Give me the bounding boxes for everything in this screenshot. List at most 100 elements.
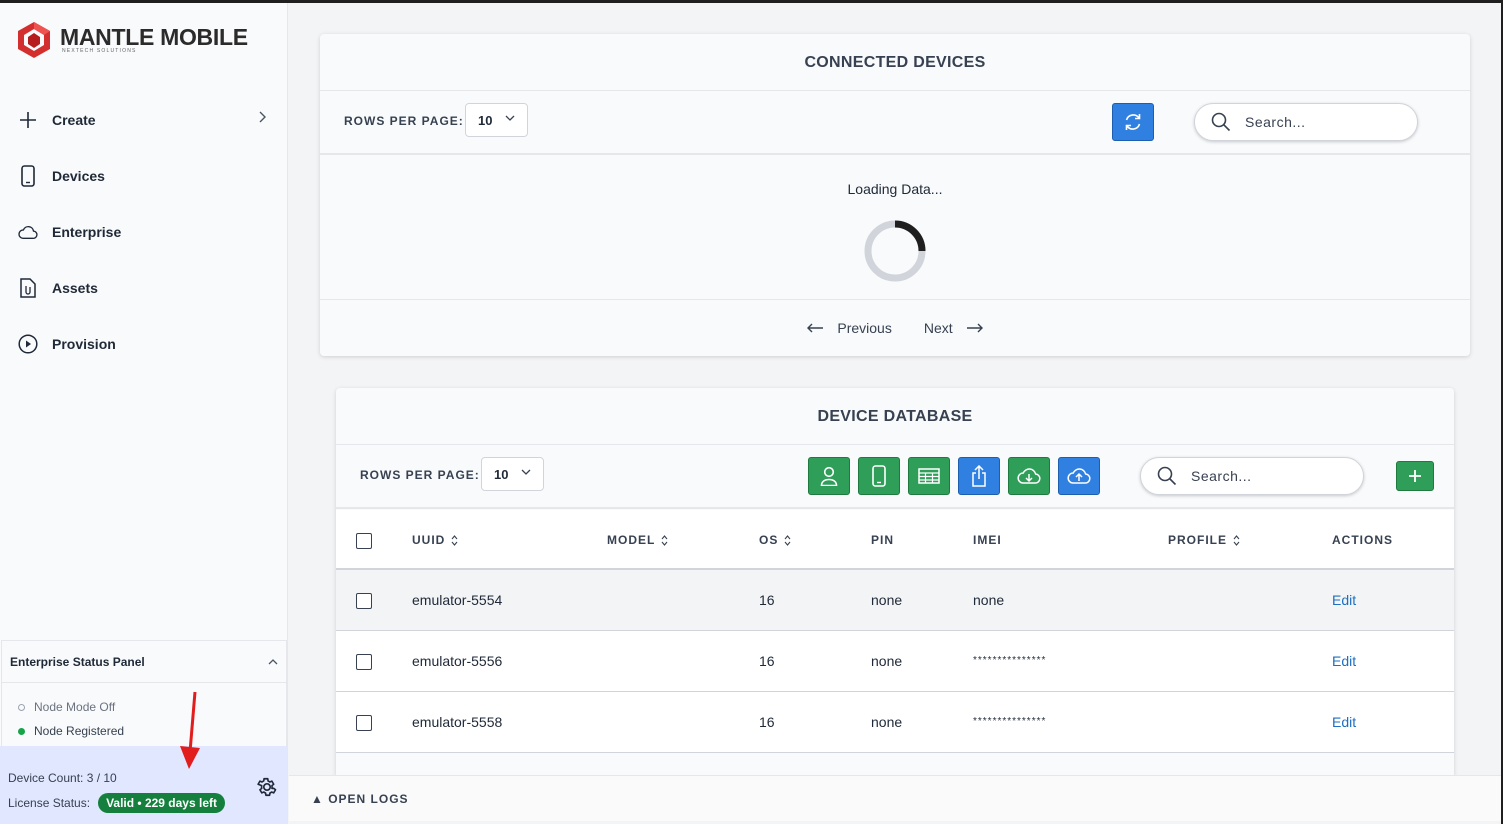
open-logs-bar[interactable]: ▲ OPEN LOGS <box>289 775 1501 821</box>
cell-pin: none <box>871 714 903 730</box>
connected-search[interactable] <box>1194 103 1418 141</box>
cloud-download-button[interactable] <box>1008 457 1050 495</box>
column-os[interactable]: OS <box>759 533 791 547</box>
node-registered-status: Node Registered <box>18 719 270 743</box>
column-profile[interactable]: PROFILE <box>1168 533 1240 547</box>
row-checkbox[interactable] <box>356 654 372 670</box>
database-search-input[interactable] <box>1191 468 1341 484</box>
database-search[interactable] <box>1140 457 1364 495</box>
user-icon <box>820 466 838 486</box>
sort-icon <box>451 534 458 546</box>
connected-search-input[interactable] <box>1245 114 1395 130</box>
sidebar-item-provision[interactable]: Provision <box>0 316 287 372</box>
cloud-upload-button[interactable] <box>1058 457 1100 495</box>
chevron-up-icon[interactable] <box>268 658 278 665</box>
brand-logo[interactable]: MANTLE MOBILE NEXTECH SOLUTIONS <box>14 20 248 60</box>
sidebar: MANTLE MOBILE NEXTECH SOLUTIONS Create D… <box>0 3 288 824</box>
database-toolbar: ROWS PER PAGE: 10 <box>336 444 1454 509</box>
red-arrow-annotation-icon <box>180 691 200 769</box>
select-all-checkbox[interactable] <box>356 533 372 549</box>
cell-uuid: emulator-5554 <box>412 592 503 608</box>
node-mode-status: Node Mode Off <box>18 695 270 719</box>
column-model[interactable]: MODEL <box>607 533 668 547</box>
table-icon <box>918 468 940 484</box>
column-pin: PIN <box>871 533 895 547</box>
file-icon <box>18 278 38 298</box>
license-label: License Status: <box>8 796 91 810</box>
column-actions: ACTIONS <box>1332 533 1393 547</box>
loading-spinner-icon <box>864 220 926 282</box>
cloud-icon <box>18 222 38 242</box>
open-logs-label: ▲ OPEN LOGS <box>311 791 409 806</box>
gear-icon[interactable] <box>256 776 278 798</box>
cell-pin: none <box>871 653 903 669</box>
device-count: Device Count: 3 / 10 <box>8 771 117 785</box>
cloud-upload-icon <box>1067 468 1091 484</box>
loading-text: Loading Data... <box>847 181 943 197</box>
sidebar-nav: Create Devices Enterprise Assets Provisi… <box>0 92 287 372</box>
cloud-download-icon <box>1017 468 1041 484</box>
connected-devices-title: CONNECTED DEVICES <box>804 54 986 71</box>
refresh-button[interactable] <box>1112 103 1154 141</box>
phone-icon <box>872 465 886 487</box>
plus-icon <box>18 110 38 130</box>
cell-uuid: emulator-5556 <box>412 653 503 669</box>
enterprise-status-panel: Enterprise Status Panel Node Mode Off No… <box>1 640 287 747</box>
edit-link[interactable]: Edit <box>1332 592 1356 608</box>
sort-icon <box>784 534 791 546</box>
sidebar-item-label: Create <box>52 112 96 128</box>
license-badge: Valid • 229 days left <box>98 793 225 813</box>
row-checkbox[interactable] <box>356 715 372 731</box>
license-box: Device Count: 3 / 10 License Status: Val… <box>0 746 287 824</box>
edit-link[interactable]: Edit <box>1332 653 1356 669</box>
plus-icon <box>1409 470 1421 482</box>
status-panel-header[interactable]: Enterprise Status Panel <box>2 641 286 683</box>
edit-link[interactable]: Edit <box>1332 714 1356 730</box>
rows-per-page-label: ROWS PER PAGE: <box>344 114 464 128</box>
device-database-card: DEVICE DATABASE ROWS PER PAGE: 10 Search… <box>336 388 1454 776</box>
cell-imei: *************** <box>973 716 1047 727</box>
cell-os: 16 <box>759 592 775 608</box>
rows-per-page-select[interactable]: 10 <box>465 103 528 137</box>
connected-toolbar: ROWS PER PAGE: 10 <box>320 90 1470 155</box>
add-device-button[interactable] <box>1396 461 1434 491</box>
column-uuid[interactable]: UUID <box>412 533 458 547</box>
status-dot-icon <box>18 727 25 735</box>
connected-devices-card: CONNECTED DEVICES ROWS PER PAGE: 10 Load… <box>320 34 1470 356</box>
table-header: UUID MODEL OS PIN IMEI PROFILE ACTIONS <box>336 510 1454 570</box>
share-icon <box>972 465 986 487</box>
share-button[interactable] <box>958 457 1000 495</box>
license-status: License Status: Valid • 229 days left <box>8 793 225 813</box>
cell-os: 16 <box>759 714 775 730</box>
column-imei: IMEI <box>973 533 1002 547</box>
arrow-left-icon <box>807 323 824 333</box>
rows-per-page-select[interactable]: 10 <box>481 457 544 491</box>
sidebar-item-label: Provision <box>52 336 116 352</box>
previous-page-button[interactable]: Previous <box>806 320 892 336</box>
cell-uuid: emulator-5558 <box>412 714 503 730</box>
refresh-icon <box>1125 114 1141 130</box>
next-page-button[interactable]: Next <box>924 320 984 336</box>
play-circle-icon <box>18 334 38 354</box>
sidebar-item-enterprise[interactable]: Enterprise <box>0 204 287 260</box>
chevron-down-icon <box>505 115 515 121</box>
sidebar-item-assets[interactable]: Assets <box>0 260 287 316</box>
cell-pin: none <box>871 592 903 608</box>
table-row: emulator-5554 16 none none Edit <box>336 570 1454 631</box>
device-button[interactable] <box>858 457 900 495</box>
sidebar-item-create[interactable]: Create <box>0 92 287 148</box>
device-table: UUID MODEL OS PIN IMEI PROFILE ACTIONS e… <box>336 510 1454 753</box>
sidebar-item-label: Enterprise <box>52 224 122 240</box>
table-view-button[interactable] <box>908 457 950 495</box>
chevron-right-icon <box>259 111 266 123</box>
sidebar-item-devices[interactable]: Devices <box>0 148 287 204</box>
arrow-right-icon <box>966 323 983 333</box>
connected-pager: Previous Next <box>320 320 1470 336</box>
sidebar-item-label: Devices <box>52 168 105 184</box>
rows-per-page-label: ROWS PER PAGE: <box>360 468 480 482</box>
sidebar-item-label: Assets <box>52 280 98 296</box>
user-button[interactable] <box>808 457 850 495</box>
phone-icon <box>18 165 38 187</box>
row-checkbox[interactable] <box>356 593 372 609</box>
cell-imei: none <box>973 592 1005 608</box>
